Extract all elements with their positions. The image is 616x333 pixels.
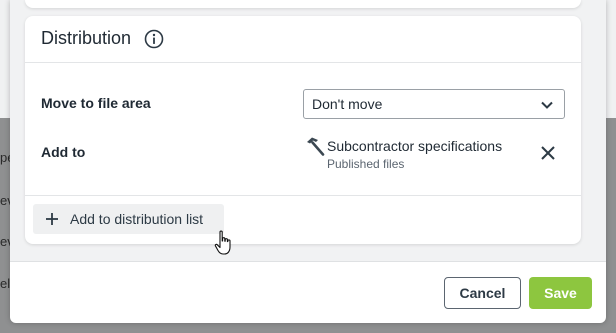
add-to-distribution-list-label: Add to distribution list (70, 211, 204, 227)
add-to-distribution-list-button[interactable]: Add to distribution list (33, 204, 224, 234)
file-area-select-value: Don't move (312, 96, 383, 112)
divider (25, 195, 581, 196)
remove-destination-button[interactable] (538, 143, 558, 163)
destination-name: Subcontractor specifications (327, 138, 503, 154)
previous-card (25, 0, 581, 8)
plus-icon (46, 213, 58, 225)
distribution-card: Distribution Move to file area Don't mov… (25, 16, 581, 244)
hand-pointer-cursor-icon (214, 230, 231, 255)
add-to-label: Add to (41, 144, 86, 160)
save-button[interactable]: Save (529, 277, 592, 309)
hammer-icon (307, 137, 325, 156)
chevron-down-icon (541, 101, 553, 109)
card-title: Distribution (41, 28, 132, 48)
move-to-file-area-label: Move to file area (41, 95, 151, 111)
file-area-select[interactable]: Don't move (303, 89, 565, 119)
cancel-button[interactable]: Cancel (444, 277, 521, 309)
modal-body: Distribution Move to file area Don't mov… (10, 0, 606, 262)
info-circle-icon[interactable] (144, 29, 164, 49)
modal-dialog: Distribution Move to file area Don't mov… (10, 0, 606, 323)
destination-subtitle: Published files (327, 157, 405, 171)
distribution-card-header: Distribution (25, 16, 581, 63)
